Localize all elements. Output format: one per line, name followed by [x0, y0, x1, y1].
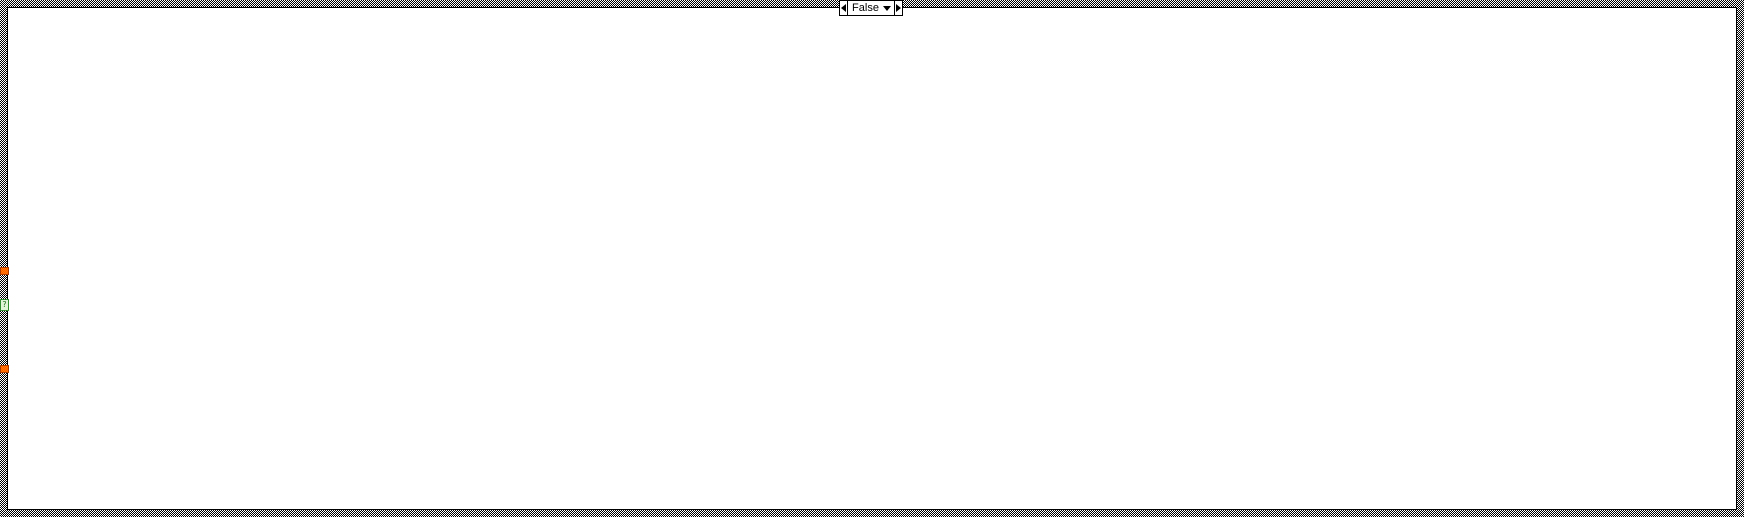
case-diagram-area[interactable]: [7, 7, 1737, 510]
previous-case-button[interactable]: [840, 1, 849, 15]
next-case-button[interactable]: [893, 1, 902, 15]
case-structure[interactable]: False ?: [0, 0, 1744, 517]
input-tunnel-2[interactable]: [0, 365, 9, 373]
case-selector[interactable]: False: [839, 0, 903, 16]
case-selector-terminal[interactable]: ?: [0, 299, 9, 311]
case-selector-value: False: [852, 2, 879, 14]
case-selector-dropdown[interactable]: False: [848, 1, 894, 15]
input-tunnel-1[interactable]: [0, 267, 9, 275]
left-arrow-icon: [841, 4, 847, 12]
right-arrow-icon: [895, 4, 901, 12]
dropdown-arrow-icon: [882, 5, 891, 11]
